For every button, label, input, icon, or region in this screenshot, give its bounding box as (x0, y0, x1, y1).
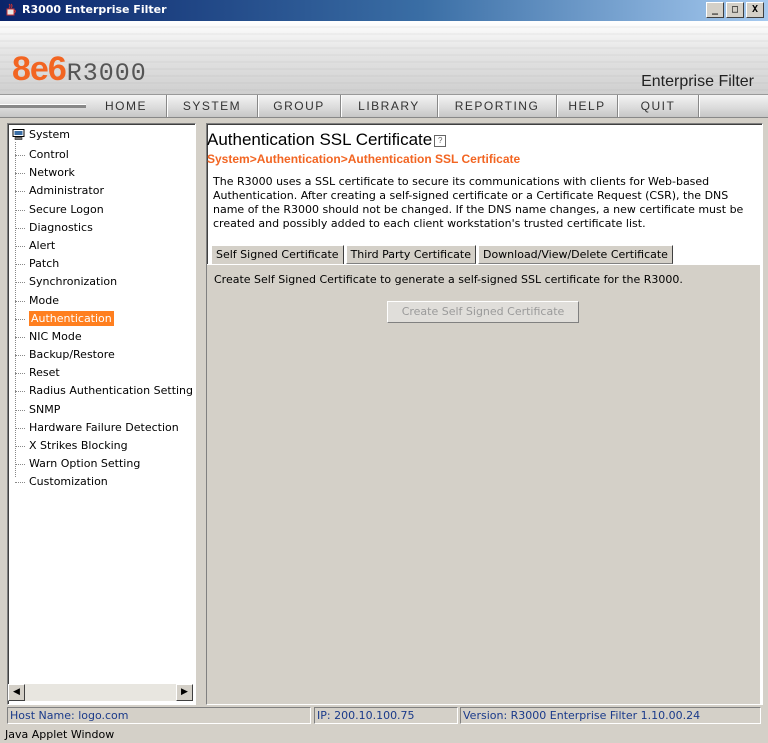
tree-root[interactable]: System (12, 128, 70, 141)
logo-brand: 8e6 (12, 50, 67, 88)
banner: 8e6R3000 Enterprise Filter (0, 21, 768, 94)
logo-product: R3000 (66, 59, 147, 88)
scroll-right-icon[interactable]: ▶ (176, 684, 193, 701)
product-name: Enterprise Filter (641, 73, 754, 90)
tree-item-hardware-failure-detection[interactable]: Hardware Failure Detection (15, 419, 193, 437)
main-content: Authentication SSL Certificate? System>A… (206, 123, 763, 705)
breadcrumb: System>Authentication>Authentication SSL… (207, 152, 521, 166)
java-applet-window-label: Java Applet Window (0, 726, 768, 743)
nav-reporting[interactable]: REPORTING (438, 95, 557, 117)
tree-item-customization[interactable]: Customization (15, 473, 193, 491)
page-title: Authentication SSL Certificate (207, 130, 433, 149)
tree-item-control[interactable]: Control (15, 146, 193, 164)
tree-item-nic-mode[interactable]: NIC Mode (15, 328, 193, 346)
brand-logo: 8e6R3000 (12, 50, 147, 89)
maximize-button[interactable]: □ (726, 2, 744, 18)
nav-help[interactable]: HELP (557, 95, 618, 117)
nav-home[interactable]: HOME (86, 95, 167, 117)
scroll-left-icon[interactable]: ◀ (8, 684, 25, 701)
nav-quit[interactable]: QUIT (618, 95, 699, 117)
tree-item-network[interactable]: Network (15, 164, 193, 182)
certificate-tabs: Self Signed Certificate Third Party Cert… (211, 245, 675, 265)
tab-panel: Create Self Signed Certificate to genera… (207, 264, 760, 704)
help-icon[interactable]: ? (434, 134, 447, 147)
tree-root-label: System (29, 128, 71, 141)
main-nav: HOME SYSTEM GROUP LIBRARY REPORTING HELP… (0, 94, 768, 118)
page-title-wrap: Authentication SSL Certificate? (207, 130, 447, 150)
tree-item-secure-logon[interactable]: Secure Logon (15, 201, 193, 219)
java-cup-icon (6, 3, 16, 16)
tab-download-view-delete-certificate[interactable]: Download/View/Delete Certificate (477, 245, 673, 264)
tree-horizontal-scrollbar[interactable]: ◀ ▶ (8, 684, 193, 701)
status-version: Version: R3000 Enterprise Filter 1.10.00… (460, 707, 761, 724)
tree-item-alert[interactable]: Alert (15, 237, 193, 255)
panel-instructions: Create Self Signed Certificate to genera… (214, 273, 683, 286)
system-tree: System Control Network Administrator Sec… (7, 123, 196, 705)
minimize-button[interactable]: _ (706, 2, 724, 18)
status-bar: Host Name: logo.com IP: 200.10.100.75 Ve… (7, 707, 761, 724)
tab-third-party-certificate[interactable]: Third Party Certificate (345, 245, 476, 264)
nav-library[interactable]: LIBRARY (341, 95, 438, 117)
tree-item-snmp[interactable]: SNMP (15, 401, 193, 419)
page-description: The R3000 uses a SSL certificate to secu… (213, 175, 744, 230)
tree-item-synchronization[interactable]: Synchronization (15, 273, 193, 291)
tree-item-mode[interactable]: Mode (15, 292, 193, 310)
tree-item-patch[interactable]: Patch (15, 255, 193, 273)
tree-item-diagnostics[interactable]: Diagnostics (15, 219, 193, 237)
title-bar: R3000 Enterprise Filter _ □ X (0, 0, 768, 21)
tree-item-backup-restore[interactable]: Backup/Restore (15, 346, 193, 364)
status-host: Host Name: logo.com (7, 707, 311, 724)
computer-icon (12, 129, 25, 140)
tree-item-x-strikes-blocking[interactable]: X Strikes Blocking (15, 437, 193, 455)
nav-group[interactable]: GROUP (258, 95, 341, 117)
window-title: R3000 Enterprise Filter (22, 3, 167, 16)
status-ip: IP: 200.10.100.75 (314, 707, 458, 724)
tree-item-reset[interactable]: Reset (15, 364, 193, 382)
tree-item-authentication[interactable]: Authentication (15, 310, 193, 328)
nav-system[interactable]: SYSTEM (167, 95, 258, 117)
tab-self-signed-certificate[interactable]: Self Signed Certificate (211, 245, 344, 265)
tree-item-administrator[interactable]: Administrator (15, 182, 193, 200)
create-self-signed-certificate-button[interactable]: Create Self Signed Certificate (387, 301, 579, 323)
tree-item-radius-authentication-setting[interactable]: Radius Authentication Setting (15, 382, 193, 400)
tree-item-warn-option-setting[interactable]: Warn Option Setting (15, 455, 193, 473)
close-button[interactable]: X (746, 2, 764, 18)
